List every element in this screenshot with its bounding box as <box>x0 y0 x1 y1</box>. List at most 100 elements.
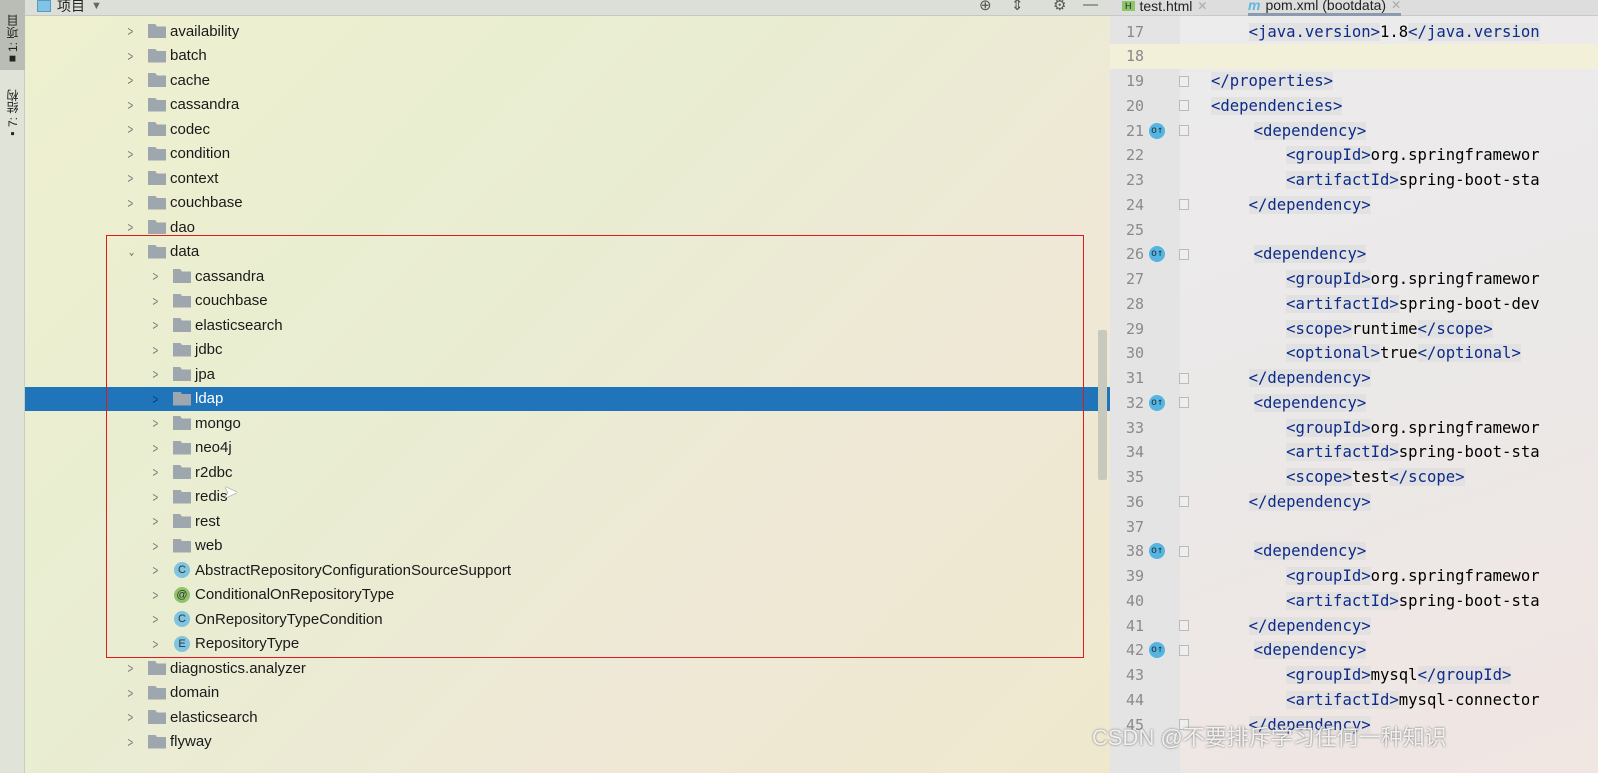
chevron-right-icon[interactable]: > <box>153 538 160 554</box>
code-line[interactable]: 18 <box>1110 43 1598 69</box>
tree-item[interactable]: > domain <box>25 681 1110 705</box>
chevron-right-icon[interactable]: > <box>153 513 160 529</box>
tree-item[interactable]: > jpa <box>25 362 1110 386</box>
collapse-icon[interactable]: ⇕ <box>1011 0 1024 14</box>
code-line[interactable]: 33 <groupId>org.springframewor <box>1110 415 1598 440</box>
fold-marker-icon[interactable] <box>1179 75 1189 87</box>
tree-item[interactable]: > neo4j <box>25 436 1110 460</box>
fold-marker-icon[interactable] <box>1179 100 1189 112</box>
chevron-right-icon[interactable]: > <box>153 391 160 407</box>
tree-item[interactable]: > cassandra <box>25 264 1110 288</box>
code-line[interactable]: 44 <artifactId>mysql-connector <box>1110 687 1598 712</box>
tree-item[interactable]: > flyway <box>25 730 1110 754</box>
close-icon[interactable]: ✕ <box>1391 0 1401 12</box>
code-line[interactable]: 40 <artifactId>spring-boot-sta <box>1110 588 1598 613</box>
tree-item[interactable]: > context <box>25 166 1110 190</box>
chevron-right-icon[interactable]: > <box>128 146 135 162</box>
code-line[interactable]: 19 </properties> <box>1110 69 1598 94</box>
code-line[interactable]: 17 <java.version>1.8</java.version <box>1110 19 1598 44</box>
code-line[interactable]: 41 </dependency> <box>1110 613 1598 638</box>
fold-marker-icon[interactable] <box>1179 545 1189 557</box>
tree-item[interactable]: > diagnostics.analyzer <box>25 656 1110 680</box>
code-line[interactable]: 38 o↑ <dependency> <box>1110 539 1598 564</box>
override-icon[interactable]: o↑ <box>1149 642 1165 659</box>
code-line[interactable]: 20 <dependencies> <box>1110 93 1598 118</box>
chevron-right-icon[interactable]: > <box>128 660 135 676</box>
tree-item[interactable]: > E RepositoryType <box>25 632 1110 656</box>
chevron-right-icon[interactable]: > <box>153 636 160 652</box>
code-line[interactable]: 22 <groupId>org.springframewor <box>1110 143 1598 168</box>
code-line[interactable]: 21 o↑ <dependency> <box>1110 118 1598 143</box>
tree-item[interactable]: > C AbstractRepositoryConfigurationSourceS… <box>25 558 1110 582</box>
chevron-right-icon[interactable]: > <box>128 48 135 64</box>
chevron-down-icon[interactable]: ⌄ <box>128 243 136 260</box>
tree-item[interactable]: > codec <box>25 117 1110 141</box>
code-line[interactable]: 42 o↑ <dependency> <box>1110 638 1598 663</box>
tool-tab-project[interactable]: ■ 1: 项目 <box>0 0 25 70</box>
chevron-right-icon[interactable]: > <box>153 293 160 309</box>
close-icon[interactable]: ✕ <box>1197 0 1207 13</box>
tree-item[interactable]: > redis <box>25 485 1110 509</box>
chevron-right-icon[interactable]: > <box>128 195 135 211</box>
code-line[interactable]: 25 <box>1110 217 1598 242</box>
project-view-selector[interactable]: 项目 ▼ <box>37 0 102 16</box>
fold-marker-icon[interactable] <box>1179 397 1189 409</box>
project-scrollbar[interactable] <box>1097 16 1108 773</box>
chevron-right-icon[interactable]: > <box>128 23 135 39</box>
chevron-right-icon[interactable]: > <box>153 366 160 382</box>
override-icon[interactable]: o↑ <box>1149 246 1165 263</box>
chevron-right-icon[interactable]: > <box>128 734 135 750</box>
tree-item[interactable]: ⌄ data <box>25 240 1110 264</box>
code-line[interactable]: 26 o↑ <dependency> <box>1110 242 1598 267</box>
tree-item[interactable]: > couchbase <box>25 191 1110 215</box>
tree-item[interactable]: > rest <box>25 509 1110 533</box>
chevron-right-icon[interactable]: > <box>128 72 135 88</box>
chevron-right-icon[interactable]: > <box>153 268 160 284</box>
fold-marker-icon[interactable] <box>1179 644 1189 656</box>
tree-item[interactable]: > @ ConditionalOnRepositoryType <box>25 583 1110 607</box>
fold-marker-icon[interactable] <box>1179 496 1189 508</box>
override-icon[interactable]: o↑ <box>1149 394 1165 411</box>
override-icon[interactable]: o↑ <box>1149 122 1165 139</box>
chevron-right-icon[interactable]: > <box>128 685 135 701</box>
tree-item[interactable]: > elasticsearch <box>25 313 1110 337</box>
tool-tab-structure[interactable]: ▪ 7: 结构 <box>0 75 25 145</box>
tree-item[interactable]: > dao <box>25 215 1110 239</box>
code-line[interactable]: 30 <optional>true</optional> <box>1110 341 1598 366</box>
code-line[interactable]: 34 <artifactId>spring-boot-sta <box>1110 440 1598 465</box>
code-line[interactable]: 39 <groupId>org.springframewor <box>1110 564 1598 589</box>
code-line[interactable]: 23 <artifactId>spring-boot-sta <box>1110 168 1598 193</box>
tree-item[interactable]: > couchbase <box>25 289 1110 313</box>
chevron-right-icon[interactable]: > <box>153 489 160 505</box>
code-line[interactable]: 43 <groupId>mysql</groupId> <box>1110 663 1598 688</box>
tab-pom-xml[interactable]: m pom.xml (bootdata) ✕ <box>1248 0 1402 16</box>
chevron-right-icon[interactable]: > <box>128 121 135 137</box>
scrollbar-thumb[interactable] <box>1098 330 1107 480</box>
chevron-right-icon[interactable]: > <box>153 415 160 431</box>
fold-marker-icon[interactable] <box>1179 248 1189 260</box>
tab-test-html[interactable]: Htest.html ✕ <box>1122 0 1207 16</box>
tree-item[interactable]: > elasticsearch <box>25 705 1110 729</box>
chevron-right-icon[interactable]: > <box>128 170 135 186</box>
chevron-right-icon[interactable]: > <box>128 219 135 235</box>
code-line[interactable]: 36 </dependency> <box>1110 489 1598 514</box>
code-line[interactable]: 24 </dependency> <box>1110 192 1598 217</box>
chevron-right-icon[interactable]: > <box>153 587 160 603</box>
tree-item[interactable]: > mongo <box>25 411 1110 435</box>
tree-item[interactable]: > availability <box>25 19 1110 43</box>
chevron-right-icon[interactable]: > <box>128 97 135 113</box>
fold-marker-icon[interactable] <box>1179 620 1189 631</box>
chevron-right-icon[interactable]: > <box>153 562 160 578</box>
chevron-right-icon[interactable]: > <box>128 709 135 725</box>
tree-item[interactable]: > jdbc <box>25 338 1110 362</box>
tree-item[interactable]: > cache <box>25 68 1110 92</box>
code-line[interactable]: 29 <scope>runtime</scope> <box>1110 316 1598 341</box>
code-line[interactable]: 28 <artifactId>spring-boot-dev <box>1110 291 1598 316</box>
minimize-icon[interactable]: — <box>1083 0 1098 13</box>
code-line[interactable]: 31 </dependency> <box>1110 366 1598 391</box>
gear-icon[interactable]: ⚙ <box>1053 0 1066 14</box>
chevron-right-icon[interactable]: > <box>153 464 160 480</box>
chevron-right-icon[interactable]: > <box>153 342 160 358</box>
code-line[interactable]: 27 <groupId>org.springframewor <box>1110 267 1598 292</box>
fold-marker-icon[interactable] <box>1179 125 1189 136</box>
